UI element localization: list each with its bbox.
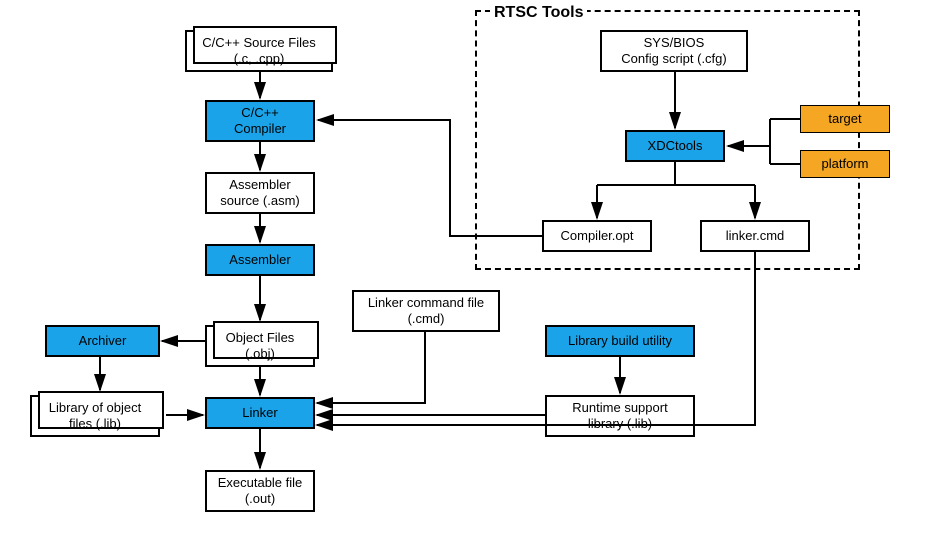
node-platform: platform <box>800 150 890 178</box>
label: Compiler.opt <box>561 228 634 244</box>
label: (.out) <box>245 491 275 506</box>
label: Library of object <box>49 400 142 415</box>
node-target: target <box>800 105 890 133</box>
label: (.cmd) <box>408 311 445 326</box>
label: platform <box>822 156 869 172</box>
rtsc-tools-title: RTSC Tools <box>490 4 587 22</box>
label: C/C++ <box>241 105 279 120</box>
label: Assembler <box>229 252 290 268</box>
node-sysbios: SYS/BIOS Config script (.cfg) <box>600 30 748 72</box>
label: target <box>828 111 861 127</box>
node-assembler: Assembler <box>205 244 315 276</box>
label: Config script (.cfg) <box>621 51 726 66</box>
node-asm-source: Assembler source (.asm) <box>205 172 315 214</box>
label: (.c, .cpp) <box>234 51 285 66</box>
node-runtime-lib: Runtime support library (.lib) <box>545 395 695 437</box>
label: Linker command file <box>368 295 484 310</box>
label: Object Files <box>226 330 295 345</box>
label: XDCtools <box>648 138 703 154</box>
label: C/C++ Source Files <box>202 35 315 50</box>
label: (.obj) <box>245 346 275 361</box>
node-lib-build: Library build utility <box>545 325 695 357</box>
node-object-files: Object Files (.obj) <box>205 325 315 367</box>
label: Runtime support <box>572 400 667 415</box>
node-xdctools: XDCtools <box>625 130 725 162</box>
label: Executable file <box>218 475 303 490</box>
node-linker-cmd-out: linker.cmd <box>700 220 810 252</box>
node-archiver: Archiver <box>45 325 160 357</box>
label: library (.lib) <box>588 416 652 431</box>
label: Linker <box>242 405 277 421</box>
node-compiler-opt: Compiler.opt <box>542 220 652 252</box>
node-source-files: C/C++ Source Files (.c, .cpp) <box>185 30 333 72</box>
node-linker-cmd-file: Linker command file (.cmd) <box>352 290 500 332</box>
label: Library build utility <box>568 333 672 349</box>
node-obj-lib: Library of object files (.lib) <box>30 395 160 437</box>
label: Compiler <box>234 121 286 136</box>
label: Archiver <box>79 333 127 349</box>
node-executable: Executable file (.out) <box>205 470 315 512</box>
label: SYS/BIOS <box>644 35 705 50</box>
label: source (.asm) <box>220 193 299 208</box>
label: files (.lib) <box>69 416 121 431</box>
label: Assembler <box>229 177 290 192</box>
node-compiler: C/C++ Compiler <box>205 100 315 142</box>
node-linker: Linker <box>205 397 315 429</box>
label: linker.cmd <box>726 228 785 244</box>
